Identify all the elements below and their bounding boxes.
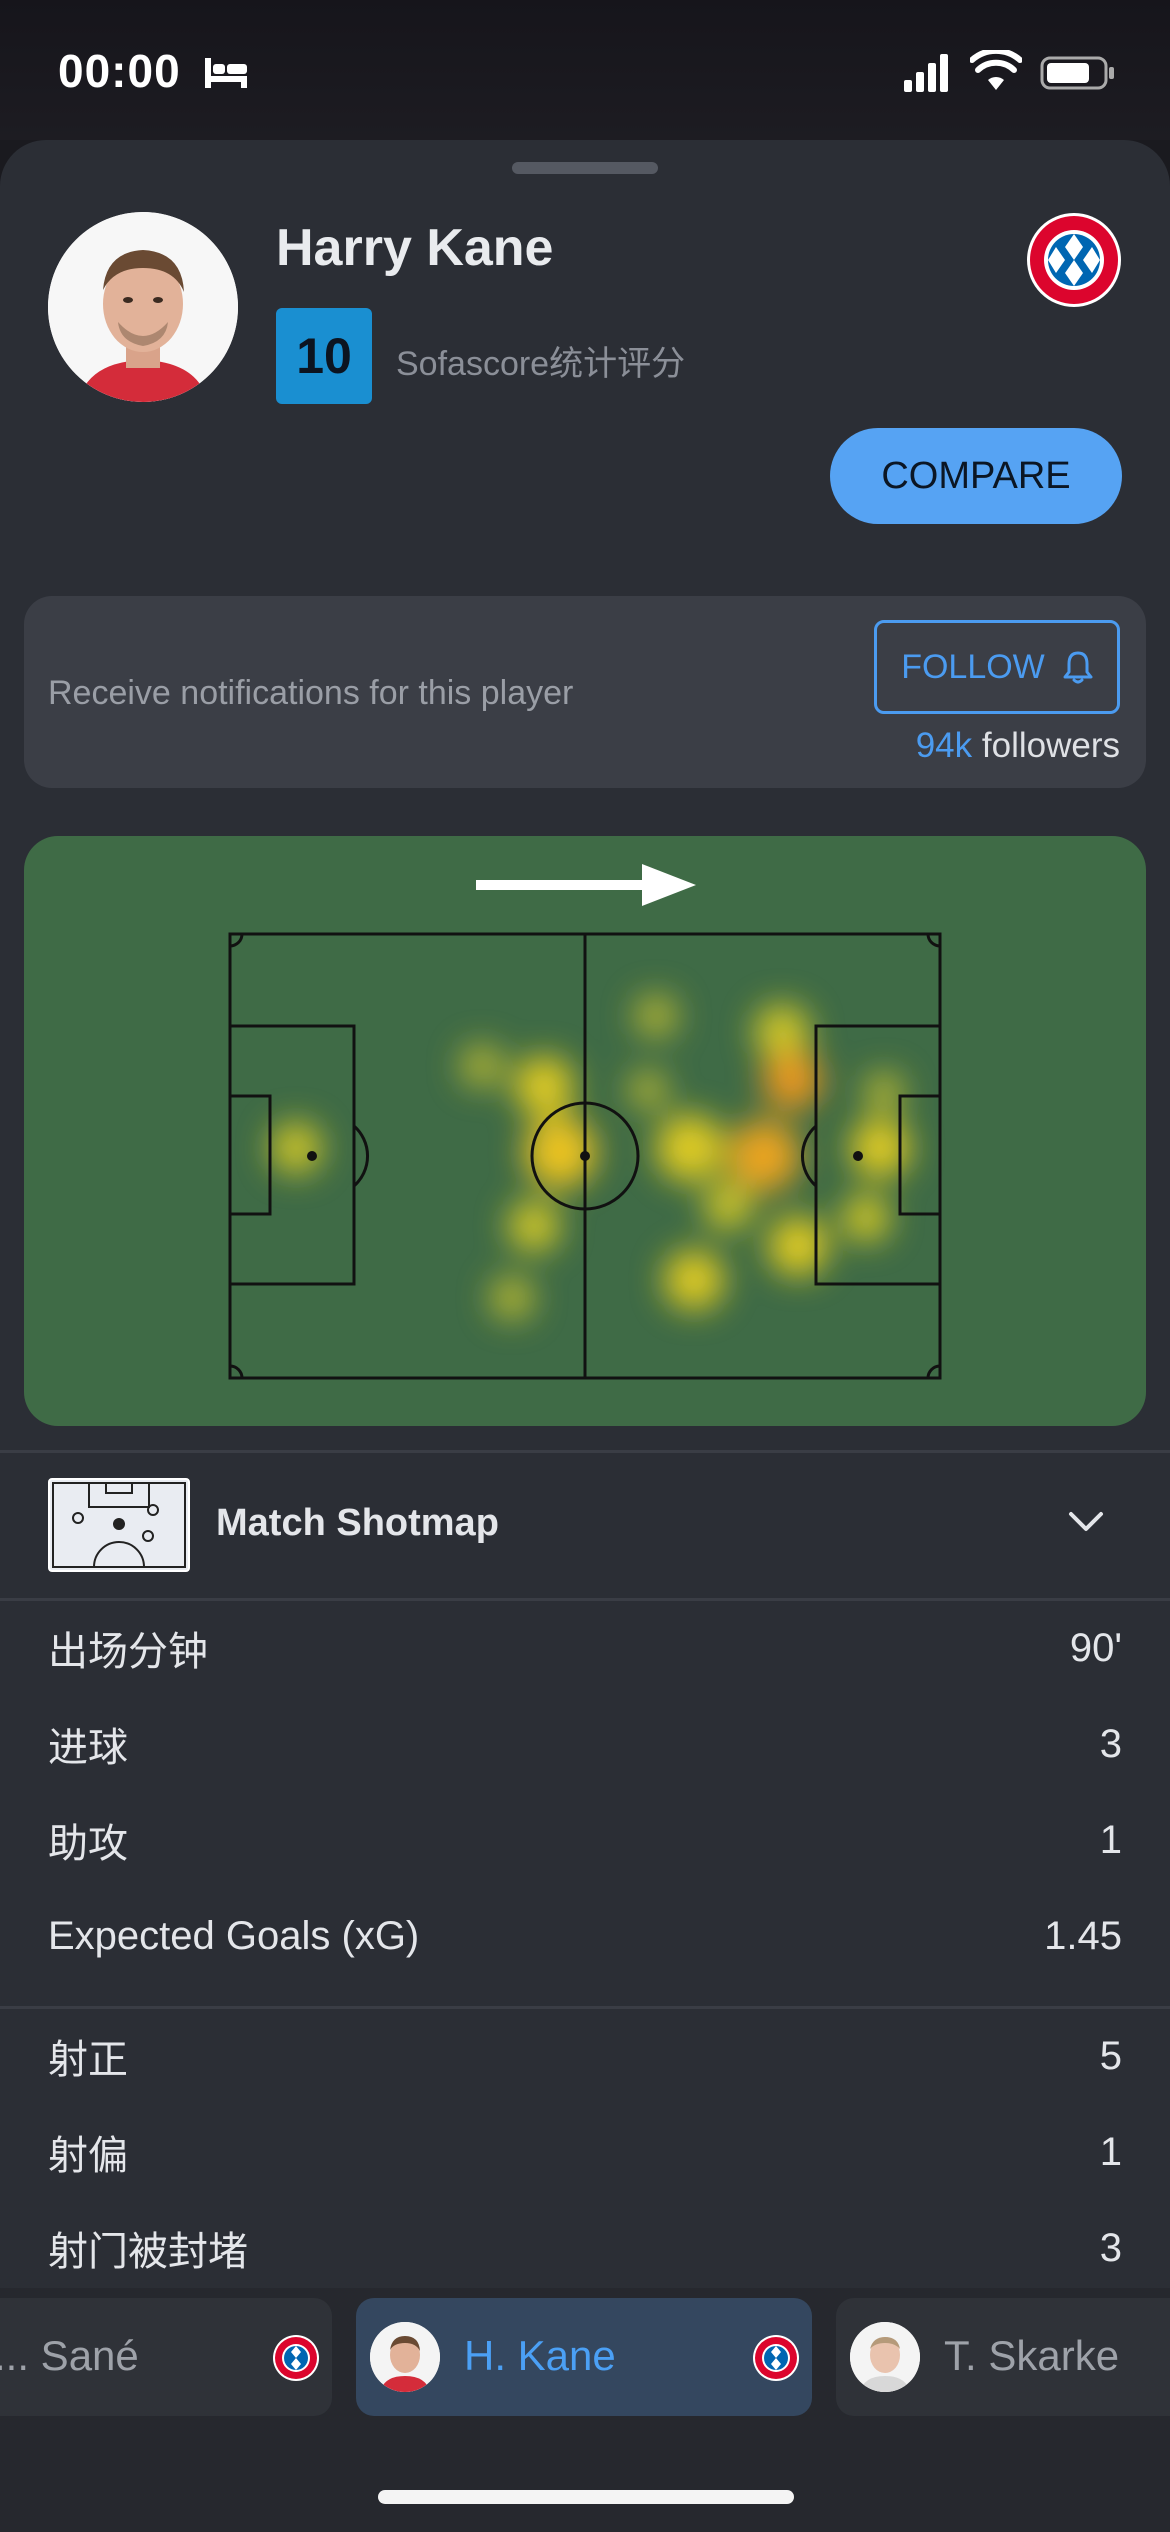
stat-label: 射门被封堵 bbox=[48, 2230, 248, 2274]
stat-row-shots-off-target: 射偏 1 bbox=[48, 2122, 1122, 2182]
stat-value: 3 bbox=[1099, 2225, 1122, 2270]
shotmap-icon bbox=[48, 1478, 190, 1572]
stat-value: 1.45 bbox=[1044, 1913, 1122, 1958]
player-tab-skarke[interactable]: T. Skarke bbox=[836, 2298, 1170, 2416]
stat-value: 5 bbox=[1099, 2033, 1122, 2078]
stat-label: 射正 bbox=[48, 2038, 128, 2082]
heatmap-pitch bbox=[24, 836, 1146, 1426]
player-tab-avatar bbox=[370, 2322, 440, 2392]
stat-row-minutes: 出场分钟 90' bbox=[48, 1618, 1122, 1678]
sleep-mode-icon bbox=[205, 58, 247, 88]
rating-badge: 10 bbox=[276, 308, 372, 404]
player-tab-kane[interactable]: H. Kane bbox=[356, 2298, 812, 2416]
attack-direction-arrow bbox=[476, 864, 696, 906]
home-indicator[interactable] bbox=[378, 2490, 794, 2504]
stat-label: 进球 bbox=[48, 1726, 128, 1770]
heat-blobs bbox=[270, 994, 910, 1320]
player-tab-label: ... Sané bbox=[0, 2332, 139, 2379]
followers-label: followers bbox=[981, 726, 1120, 765]
player-tab-avatar bbox=[850, 2322, 920, 2392]
followers-number: 94k bbox=[915, 726, 973, 765]
cellular-signal-icon bbox=[904, 54, 948, 92]
stat-label: 出场分钟 bbox=[48, 1630, 208, 1674]
club-logo-icon[interactable] bbox=[1026, 212, 1122, 308]
club-badge-icon bbox=[753, 2335, 799, 2381]
stat-value: 3 bbox=[1099, 1721, 1122, 1766]
divider bbox=[0, 1598, 1170, 1601]
player-name: Harry Kane bbox=[276, 219, 554, 277]
stat-label: 射偏 bbox=[48, 2134, 128, 2178]
club-badge-icon bbox=[273, 2335, 319, 2381]
compare-button[interactable]: COMPARE bbox=[830, 428, 1122, 524]
wifi-icon bbox=[970, 50, 1022, 90]
stat-row-shots-blocked: 射门被封堵 3 bbox=[48, 2218, 1122, 2278]
stat-row-shots-on-target: 射正 5 bbox=[48, 2026, 1122, 2086]
bell-icon bbox=[1063, 651, 1093, 684]
stat-row-assists: 助攻 1 bbox=[48, 1810, 1122, 1870]
player-tab-label: H. Kane bbox=[464, 2332, 616, 2379]
player-avatar bbox=[48, 212, 238, 402]
sheet-grabber[interactable] bbox=[512, 162, 658, 174]
status-time: 00:00 bbox=[58, 45, 181, 97]
chevron-down-icon[interactable] bbox=[1068, 1510, 1104, 1534]
player-tab-sane[interactable]: ... Sané bbox=[0, 2298, 332, 2416]
stat-value: 1 bbox=[1099, 2129, 1122, 2174]
divider bbox=[0, 2006, 1170, 2009]
follow-button[interactable]: FOLLOW bbox=[874, 620, 1120, 714]
stat-value: 1 bbox=[1099, 1817, 1122, 1862]
stat-label: 助攻 bbox=[48, 1822, 128, 1866]
followers-count: 94k followers bbox=[916, 726, 1120, 766]
stat-label: Expected Goals (xG) bbox=[48, 1913, 420, 1958]
divider bbox=[0, 1450, 1170, 1453]
shotmap-label[interactable]: Match Shotmap bbox=[216, 1502, 499, 1545]
rating-label: Sofascore统计评分 bbox=[396, 345, 686, 383]
battery-icon bbox=[1040, 56, 1114, 90]
player-tab-label: T. Skarke bbox=[944, 2332, 1120, 2379]
stat-value: 90' bbox=[1069, 1625, 1122, 1670]
follow-label: FOLLOW bbox=[901, 647, 1045, 686]
stat-row-goals: 进球 3 bbox=[48, 1714, 1122, 1774]
notification-text: Receive notifications for this player bbox=[48, 674, 574, 712]
stat-row-xg: Expected Goals (xG) 1.45 bbox=[48, 1906, 1122, 1966]
